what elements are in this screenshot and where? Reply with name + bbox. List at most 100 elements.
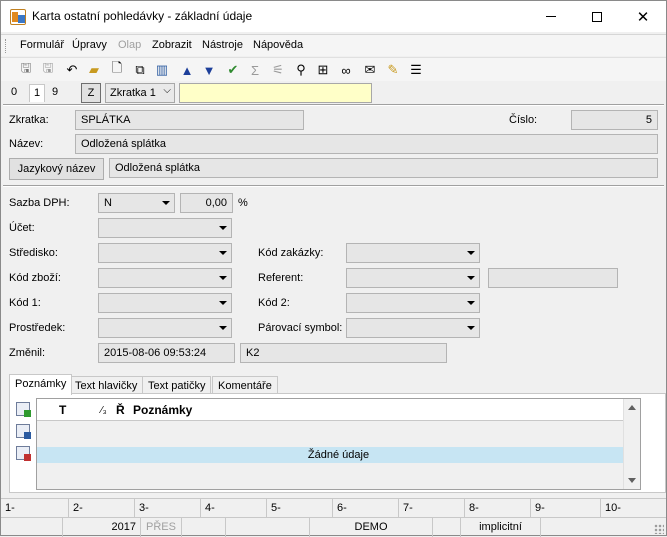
menu-zobrazit[interactable]: Zobrazit xyxy=(152,39,192,51)
dropdown-arrow-icon[interactable] xyxy=(463,295,478,311)
tab-poznamky[interactable]: Poznámky xyxy=(9,374,73,395)
menu-icon[interactable]: ☰ xyxy=(407,61,425,79)
close-button[interactable]: ✕ xyxy=(620,1,666,32)
maximize-button[interactable] xyxy=(574,1,620,32)
find-icon[interactable]: ⚲ xyxy=(292,61,310,79)
zkratka-label: Zkratka: xyxy=(9,114,49,126)
add-note-icon[interactable] xyxy=(16,402,31,417)
stredisko-label: Středisko: xyxy=(9,247,58,259)
language-name-field[interactable]: Odložená splátka xyxy=(109,158,658,178)
sazba-pct-field[interactable]: 0,00 xyxy=(180,193,233,213)
fn-key-5[interactable]: 5- xyxy=(267,499,333,518)
resize-grip-icon[interactable] xyxy=(654,524,664,534)
quick-search-input[interactable] xyxy=(179,83,372,103)
cislo-label: Číslo: xyxy=(509,114,538,126)
dropdown-arrow-icon[interactable] xyxy=(215,320,230,336)
notepad-icon[interactable]: ✎ xyxy=(384,61,402,79)
col-sub[interactable]: ⁄₃ xyxy=(101,405,107,416)
kod-zbozi-combo[interactable] xyxy=(98,268,232,288)
referent-combo[interactable] xyxy=(346,268,480,288)
status-database: DEMO xyxy=(310,518,433,537)
undo-icon[interactable]: ↶ xyxy=(63,61,81,79)
col-r[interactable]: Ř xyxy=(116,403,125,417)
delete-note-icon[interactable] xyxy=(16,446,31,461)
fn-key-10[interactable]: 10- xyxy=(601,499,666,518)
kod-zakazky-combo[interactable] xyxy=(346,243,480,263)
status-cell xyxy=(182,518,226,537)
dropdown-arrow-icon[interactable] xyxy=(215,245,230,261)
kod-zbozi-label: Kód zboží: xyxy=(9,272,61,284)
dropdown-arrow-icon[interactable] xyxy=(215,295,230,311)
vertical-scrollbar[interactable] xyxy=(623,399,640,489)
sum-icon[interactable]: Σ xyxy=(246,61,264,79)
minimize-button[interactable] xyxy=(528,1,574,32)
nazev-field[interactable]: Odložená splátka xyxy=(75,134,658,154)
fn-key-8[interactable]: 8- xyxy=(465,499,531,518)
col-t[interactable]: T xyxy=(59,403,66,417)
zkratka-field[interactable]: SPLÁTKA xyxy=(75,110,304,130)
kod2-combo[interactable] xyxy=(346,293,480,313)
copy-icon[interactable]: ⧉ xyxy=(131,61,149,79)
save-icon[interactable]: 🖫 xyxy=(17,60,35,79)
save-all-icon[interactable]: 🖫 xyxy=(39,60,57,79)
menu-bar: Formulář Úpravy Olap Zobrazit Nástroje N… xyxy=(1,34,666,56)
menu-formular[interactable]: Formulář xyxy=(20,39,64,51)
fn-key-4[interactable]: 4- xyxy=(201,499,267,518)
tab-komentare[interactable]: Komentáře xyxy=(212,376,278,394)
check-arrow-icon[interactable]: ✔ xyxy=(224,61,242,79)
stredisko-combo[interactable] xyxy=(98,243,232,263)
col-notes[interactable]: Poznámky xyxy=(133,403,192,417)
status-year: 2017 xyxy=(63,518,141,537)
arrow-down-icon[interactable]: ▼ xyxy=(200,61,218,79)
fn-key-3[interactable]: 3- xyxy=(135,499,201,518)
abbrev-combo-value: Zkratka 1 xyxy=(110,87,156,99)
dropdown-arrow-icon[interactable] xyxy=(463,245,478,261)
book-icon[interactable]: ▥ xyxy=(153,61,171,79)
menu-nastroje[interactable]: Nástroje xyxy=(202,39,243,51)
dropdown-arrow-icon[interactable] xyxy=(158,195,173,211)
ucet-combo[interactable] xyxy=(98,218,232,238)
referent-label: Referent: xyxy=(258,272,304,284)
dropdown-arrow-icon[interactable] xyxy=(463,270,478,286)
dropdown-arrow-icon[interactable] xyxy=(463,320,478,336)
menu-napoveda[interactable]: Nápověda xyxy=(253,39,303,51)
fn-key-6[interactable]: 6- xyxy=(333,499,399,518)
cislo-field[interactable]: 5 xyxy=(571,110,658,130)
new-document-icon[interactable]: 🗋 xyxy=(108,60,126,79)
binoculars-icon[interactable]: ∞ xyxy=(337,61,355,79)
menu-olap[interactable]: Olap xyxy=(118,39,141,51)
kod1-combo[interactable] xyxy=(98,293,232,313)
fn-key-1[interactable]: 1- xyxy=(1,499,69,518)
nav-tab-9[interactable]: 9 xyxy=(48,84,62,102)
fn-key-2[interactable]: 2- xyxy=(69,499,135,518)
menu-upravy[interactable]: Úpravy xyxy=(72,39,107,51)
dropdown-arrow-icon[interactable] xyxy=(215,220,230,236)
abbrev-combo[interactable]: Zkratka 1 ⌵ xyxy=(105,83,175,103)
dropdown-arrow-icon[interactable] xyxy=(215,270,230,286)
filter-icon[interactable]: ⚟ xyxy=(269,61,287,79)
kod1-label: Kód 1: xyxy=(9,297,41,309)
z-button[interactable]: Z xyxy=(81,83,101,103)
tab-text-paticky[interactable]: Text patičky xyxy=(142,376,212,394)
tab-text-hlavicky[interactable]: Text hlavičky xyxy=(69,376,144,394)
parovaci-symbol-combo[interactable] xyxy=(346,318,480,338)
sazba-dph-combo[interactable]: N xyxy=(98,193,175,213)
scroll-down-icon[interactable] xyxy=(628,478,636,483)
nav-tab-1[interactable]: 1 xyxy=(29,84,46,102)
prostredek-combo[interactable] xyxy=(98,318,232,338)
scroll-up-icon[interactable] xyxy=(628,405,636,410)
mail-icon[interactable]: ✉ xyxy=(361,61,379,79)
language-name-button[interactable]: Jazykový název xyxy=(9,158,104,180)
prostredek-label: Prostředek: xyxy=(9,322,66,334)
open-folder-icon[interactable]: ▰ xyxy=(85,61,103,79)
kod2-label: Kód 2: xyxy=(258,297,290,309)
fn-key-7[interactable]: 7- xyxy=(399,499,465,518)
nav-tab-0[interactable]: 0 xyxy=(7,84,21,102)
grid-header: T ⁄₃ Ř Poznámky xyxy=(37,399,640,421)
arrow-up-icon[interactable]: ▲ xyxy=(178,61,196,79)
find-next-icon[interactable]: ⊞ xyxy=(314,61,332,79)
edit-note-icon[interactable] xyxy=(16,424,31,439)
record-nav-row: 0 1 9 Z Zkratka 1 ⌵ xyxy=(1,82,666,104)
fn-key-9[interactable]: 9- xyxy=(531,499,601,518)
referent-name-field[interactable] xyxy=(488,268,618,288)
